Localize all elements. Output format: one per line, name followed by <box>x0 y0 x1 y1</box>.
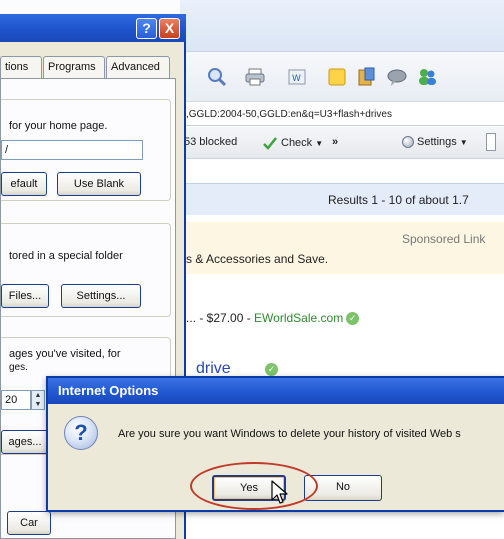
spell-check-button[interactable]: Check ▼ <box>262 136 323 150</box>
home-page-group: for your home page. / efault Use Blank <box>1 99 171 201</box>
delete-files-label: Files... <box>8 290 42 302</box>
temp-files-group: tored in a special folder Files... Setti… <box>1 223 171 317</box>
home-page-address-input[interactable]: / <box>1 140 143 160</box>
blocked-count: 53 blocked <box>184 136 238 148</box>
options-titlebar: ? X <box>0 14 186 42</box>
home-page-description: for your home page. <box>9 120 108 132</box>
use-default-label: efault <box>10 178 38 190</box>
use-blank-label: Use Blank <box>73 178 125 190</box>
cancel-label: Car <box>20 517 38 529</box>
popup-blocker[interactable]: 53 blocked <box>184 136 237 148</box>
settings-dot-icon <box>402 136 414 148</box>
print-icon[interactable] <box>244 66 266 88</box>
use-blank-button[interactable]: Use Blank <box>57 172 141 196</box>
confirm-dialog: Internet Options ? Are you sure you want… <box>46 376 504 512</box>
highlight-circle <box>190 462 318 510</box>
google-toolbar: 53 blocked Check ▼ » Settings ▼ <box>180 127 504 159</box>
tab-label: Programs <box>48 61 96 73</box>
search-icon[interactable] <box>206 66 228 88</box>
no-label: No <box>335 481 351 493</box>
address-bar[interactable]: ,GGLD:2004-50,GGLD:en&q=U3+flash+drives <box>180 104 504 126</box>
more-label: » <box>332 136 339 148</box>
history-description-line1: ages you've visited, for <box>9 348 121 360</box>
dialog-message: Are you sure you want Windows to delete … <box>118 428 461 440</box>
history-days-input[interactable]: 20 <box>1 390 31 410</box>
cancel-button[interactable]: Car <box>7 511 51 535</box>
use-default-button[interactable]: efault <box>1 172 47 196</box>
chevron-down-icon: ▼ <box>459 137 468 147</box>
tab-label: Advanced <box>111 61 160 73</box>
settings-label: Settings <box>417 136 457 148</box>
tab-label: tions <box>5 61 29 73</box>
messenger-icon[interactable] <box>386 66 408 88</box>
dialog-title: Internet Options <box>58 383 159 398</box>
question-icon: ? <box>64 416 98 450</box>
notes-icon[interactable] <box>326 66 348 88</box>
tab-programs[interactable]: Programs <box>43 56 105 78</box>
tab-advanced[interactable]: Advanced <box>106 56 170 78</box>
delete-files-button[interactable]: Files... <box>1 284 49 308</box>
chevron-down-icon: ▼ <box>315 138 324 148</box>
history-days-value: 20 <box>5 394 18 406</box>
close-icon: X <box>164 20 175 36</box>
sponsored-label: Sponsored Link <box>402 232 486 246</box>
verified-check-icon: ✓ <box>346 312 360 326</box>
settings-button[interactable]: Settings ▼ <box>402 136 468 148</box>
settings-button[interactable]: Settings... <box>61 284 141 308</box>
toolbar-box[interactable] <box>486 133 496 151</box>
results-summary: Results 1 - 10 of about 1.7 <box>328 193 469 207</box>
browser-titlebar <box>180 0 504 52</box>
screen: W ,GGLD:2004-50,GGLD:en&q=U3+flash+drive… <box>0 0 504 539</box>
dialog-titlebar: Internet Options <box>48 378 504 404</box>
sponsored-links: Sponsored Link s & Accessories and Save. <box>180 222 504 274</box>
settings-label: Settings... <box>76 290 126 302</box>
temp-files-description: tored in a special folder <box>9 250 123 262</box>
edit-icon[interactable]: W <box>286 66 308 88</box>
mouse-cursor-icon <box>271 480 288 504</box>
address-text: ,GGLD:2004-50,GGLD:en&q=U3+flash+drives <box>186 109 392 120</box>
days-spinner[interactable]: ▲ ▼ <box>31 390 45 410</box>
svg-text:W: W <box>292 74 301 84</box>
clear-history-label: ages... <box>8 436 42 448</box>
history-description-line2: ges. <box>9 362 28 373</box>
clear-history-button[interactable]: ages... <box>1 430 49 454</box>
help-icon: ? <box>142 20 151 36</box>
sponsored-ad-text[interactable]: s & Accessories and Save. <box>186 252 328 266</box>
contacts-icon[interactable] <box>416 66 438 88</box>
research-icon[interactable] <box>356 66 378 88</box>
check-label: Check <box>281 137 313 149</box>
close-button[interactable]: X <box>159 18 180 39</box>
spellcheck-icon <box>263 137 277 150</box>
tab-connections[interactable]: tions <box>0 56 42 78</box>
verified-check-icon: ✓ <box>265 363 278 376</box>
help-button[interactable]: ? <box>136 18 157 39</box>
results-bar: Results 1 - 10 of about 1.7 <box>180 183 504 215</box>
toolbar-box-edge <box>486 133 496 151</box>
result-line[interactable]: ... - $27.00 - EWorldSale.com ✓ <box>186 311 360 326</box>
result-site[interactable]: EWorldSale.com <box>254 311 343 325</box>
more-buttons[interactable]: » <box>332 136 338 148</box>
home-page-address-value: / <box>5 144 9 156</box>
result-price: ... - $27.00 - <box>186 311 255 325</box>
